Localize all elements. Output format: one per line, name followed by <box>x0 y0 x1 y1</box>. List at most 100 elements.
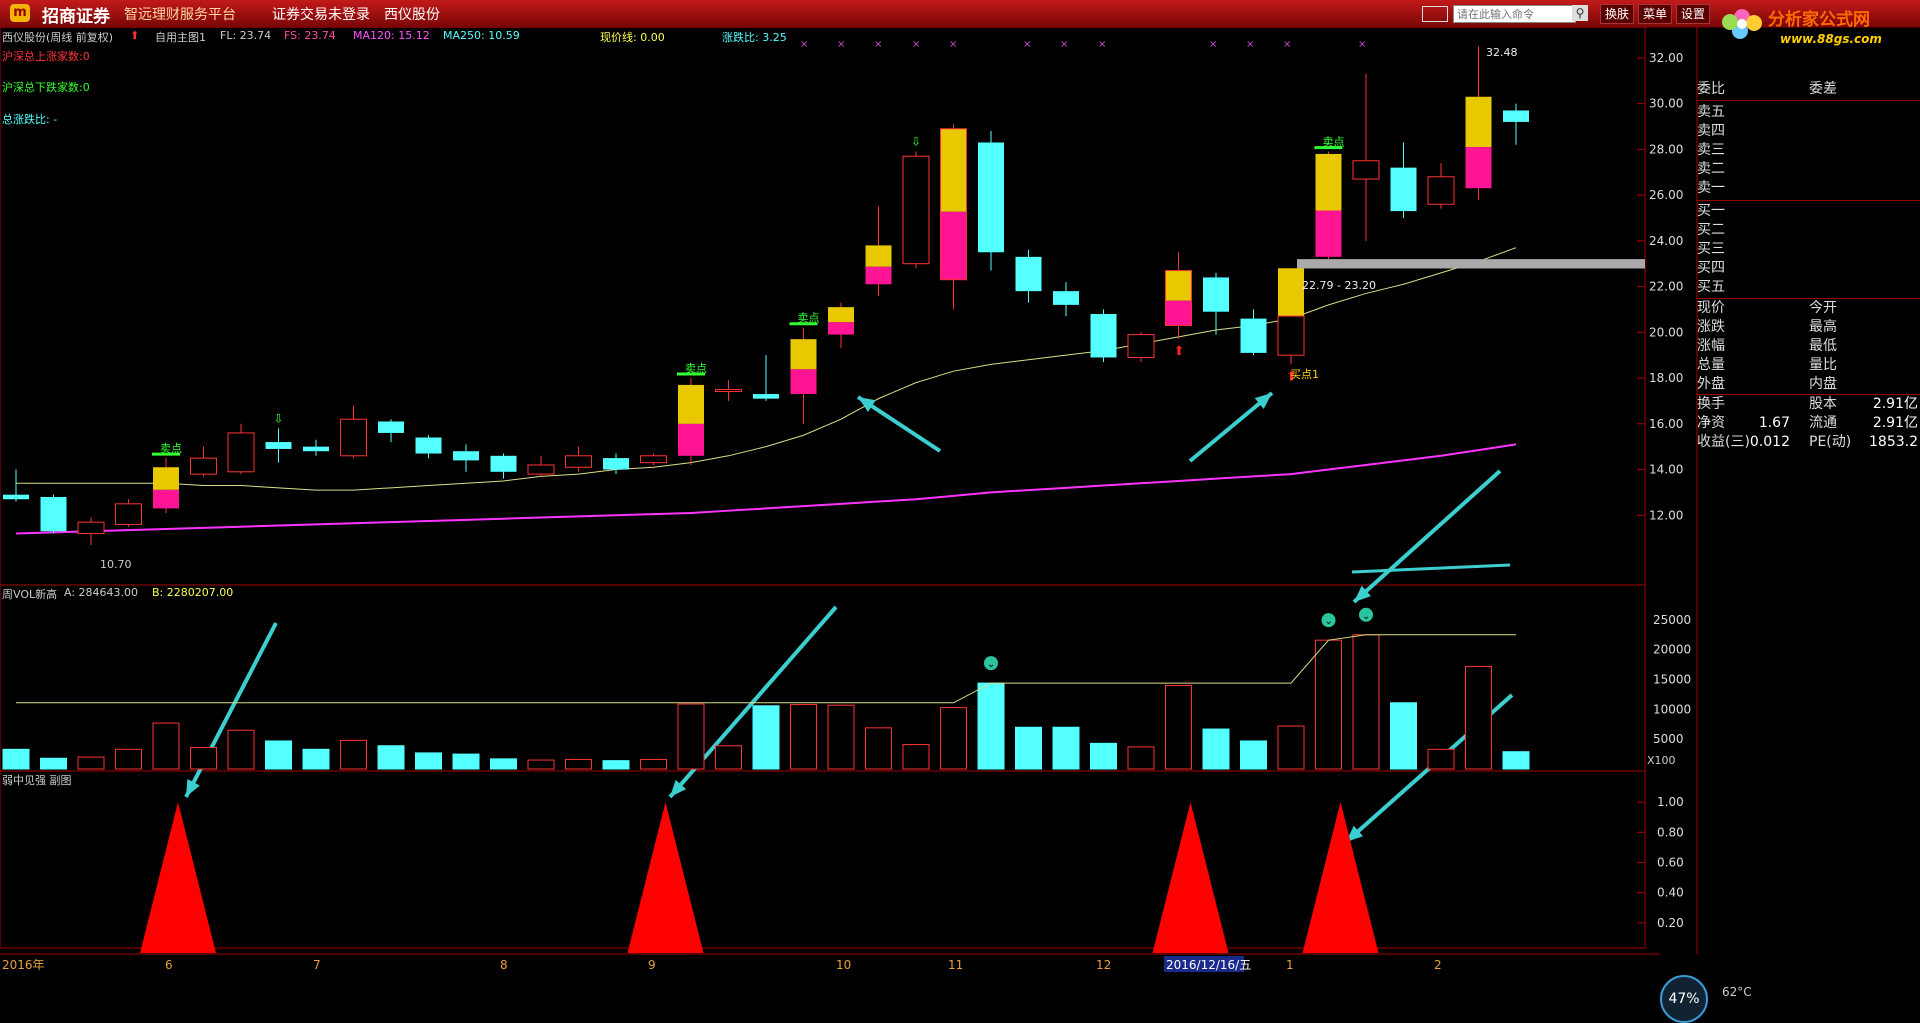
volume-bar <box>752 705 780 770</box>
menu-button[interactable]: 菜单 <box>1638 4 1673 24</box>
panel-divider <box>1697 200 1920 201</box>
volume-bar <box>565 758 592 770</box>
candle-body-pink <box>865 266 892 285</box>
stat-row-cell: 量比 <box>1809 357 1837 373</box>
candle-body-gold <box>828 307 854 323</box>
candle-body-up <box>227 432 255 473</box>
signal-peak <box>1152 802 1229 953</box>
fin-row-cell: 1.67 <box>1758 415 1790 431</box>
x-marker: × <box>1283 39 1291 50</box>
fin-row: 净资 1.67 流通 2.91亿 <box>1697 414 1920 432</box>
vol-axis-label: 25000 <box>1653 613 1691 627</box>
settings-button[interactable]: 设置 <box>1676 4 1711 24</box>
fin-row: 收益(三) 0.012 PE(动) 1853.2 <box>1697 433 1920 451</box>
candle-body-up <box>190 457 217 475</box>
vol-axis-label: 20000 <box>1653 643 1691 657</box>
up-count: 沪深总上涨家数:0 <box>2 50 90 63</box>
volume-bar <box>2 748 30 770</box>
candle-body-pink <box>678 423 704 456</box>
indicator-name[interactable]: 自用主图1 <box>155 29 206 45</box>
candle-body-pink <box>1315 210 1342 257</box>
ask-row-cell: 卖二 <box>1697 161 1725 177</box>
cpu-gauge: 47% <box>1660 975 1708 1023</box>
stat-row-cell: 总量 <box>1697 357 1725 373</box>
time-axis-label: 6 <box>165 958 173 972</box>
candle <box>378 419 404 443</box>
ask-row: 卖一 <box>1697 179 1920 197</box>
login-status[interactable]: 证券交易未登录 <box>272 4 370 24</box>
fin-row-cell: PE(动) <box>1809 434 1852 450</box>
stat-row-cell: 最高 <box>1809 319 1837 335</box>
candle-body-pink <box>790 369 817 395</box>
x-marker: × <box>1209 39 1217 50</box>
kline-chart[interactable]: 32.00 30.00 28.00 26.00 24.00 22.00 20.00 18.00… <box>0 27 1920 975</box>
stock-name: 西仪股份 <box>384 7 440 23</box>
search-icon[interactable]: ⚲ <box>1572 5 1588 21</box>
price-axis-label: 24.00 <box>1649 234 1683 248</box>
candle <box>565 446 592 472</box>
ask-row: 卖二 <box>1697 160 1920 178</box>
fin-row-cell: 换手 <box>1697 396 1725 412</box>
menu-icon[interactable] <box>1422 6 1448 22</box>
ask-row: 卖三 <box>1697 141 1920 159</box>
candle <box>753 355 779 401</box>
candle-body-gold <box>1315 153 1342 211</box>
candle-body-down <box>978 142 1004 253</box>
chevron-down-icon: ⌄ <box>987 659 995 670</box>
fin-row: 换手 股本 2.91亿 <box>1697 395 1920 413</box>
candle <box>527 455 555 477</box>
volume-bar <box>1352 634 1380 770</box>
x-marker: × <box>912 39 920 50</box>
vol-b: B: 2280207.00 <box>152 586 234 599</box>
time-axis-label: 10 <box>836 958 851 972</box>
candle <box>415 435 442 459</box>
chevron-down-icon: ⌄ <box>1362 611 1370 622</box>
ma120-value: MA120: 15.12 <box>353 29 430 42</box>
ratio-value: 涨跌比: 3.25 <box>722 31 787 44</box>
brand-slogan: 智远理财服务平台 <box>124 7 236 23</box>
sub-axis-label: 1.00 <box>1657 795 1684 809</box>
candle <box>3 469 29 502</box>
volume-bar <box>40 757 67 770</box>
sub-axis-label: 0.60 <box>1657 855 1684 869</box>
candle <box>865 206 892 296</box>
candle <box>940 124 967 310</box>
candle-body-up <box>715 388 742 392</box>
volume-bar <box>1165 685 1192 770</box>
candle <box>115 499 142 527</box>
candle <box>678 378 704 465</box>
stat-row: 现价 今开 <box>1697 299 1920 317</box>
volume-bar <box>227 729 255 770</box>
candle-body-up <box>1127 334 1155 358</box>
candle <box>715 380 742 401</box>
volume-bar <box>715 745 742 770</box>
candle-body-down <box>603 458 629 470</box>
ma250-value: MA250: 10.59 <box>443 29 520 42</box>
chart-area[interactable]: 32.00 30.00 28.00 26.00 24.00 22.00 20.00 18.00… <box>0 27 1920 1023</box>
price-axis-label: 22.00 <box>1649 280 1683 294</box>
signal-peak <box>140 802 216 953</box>
time-axis-label: 2 <box>1434 958 1442 972</box>
sub-axis-label: 0.20 <box>1657 916 1684 930</box>
candle-body-up <box>640 455 667 464</box>
candle <box>303 439 329 456</box>
quote-header: 委比 委差 <box>1697 80 1920 98</box>
candle-body-gold <box>1465 96 1492 148</box>
volume-bar <box>1427 748 1455 770</box>
price-axis-label: 30.00 <box>1649 97 1683 111</box>
command-input[interactable] <box>1453 5 1576 23</box>
ask-row-cell: 卖三 <box>1697 142 1725 158</box>
stat-row-cell: 涨跌 <box>1697 319 1725 335</box>
volume-bar <box>265 740 292 770</box>
vol-axis-label: 15000 <box>1653 673 1691 687</box>
candle-body-gold <box>1278 268 1304 317</box>
candle-body-down <box>40 496 67 532</box>
x-marker: × <box>949 39 957 50</box>
ask-row-cell: 卖五 <box>1697 104 1725 120</box>
title-bar: m 招商证券 智远理财服务平台 证券交易未登录 西仪股份 ⚲ 换肤 菜单 设置 … <box>0 0 1920 46</box>
candle-body-up <box>527 464 555 475</box>
candle-body-gold <box>865 245 892 267</box>
skin-button[interactable]: 换肤 <box>1600 4 1635 24</box>
price-axis-label: 26.00 <box>1649 188 1683 202</box>
bid-row-cell: 买一 <box>1697 203 1725 219</box>
